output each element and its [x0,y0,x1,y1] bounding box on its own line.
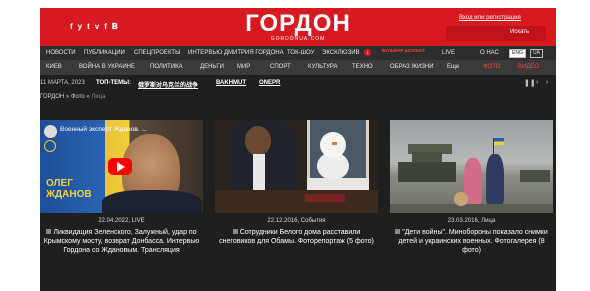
card-title[interactable]: "Дети войны". Минобороны показало снимки… [390,228,553,255]
nav-gordon-interviews[interactable]: ИНТЕРВЬЮ ДМИТРИЯ ГОРДОНА [188,50,284,57]
breadcrumb-photo[interactable]: Фото [71,94,85,100]
video-title: Военный эксперт Жданов. ... [60,126,147,133]
chevron-left-icon[interactable]: ‹ [536,79,538,86]
photo-type-icon [232,229,238,234]
photo-road [390,204,553,213]
card-title-text: "Дети войны". Минобороны показало снимки… [398,229,548,254]
photo-head [245,126,271,156]
nav-sport[interactable]: СПОРТ [270,64,291,71]
twitter-icon[interactable]: t [87,22,90,32]
top-themes-label: ТОП-ТЕМЫ: [96,80,132,86]
facebook-icon[interactable]: f [70,22,73,32]
site-header: f y t v f 𝐁 ГОРДОН GORDONUA.COM Вход или… [40,8,556,46]
nav-war[interactable]: ВОЙНА В УКРАИНЕ [79,64,135,71]
top-theme-3[interactable]: ONEPR [259,80,280,86]
photo-thumbnail[interactable] [390,120,553,213]
play-icon[interactable] [108,158,132,175]
social-links: f y t v f 𝐁 [70,22,118,32]
video-thumbnail[interactable]: Военный эксперт Жданов. ... ОЛЕГ ЖДАНОВ [40,120,203,213]
speaker-suit [102,190,202,213]
photo-type-icon [395,229,401,234]
card-title-text: Ликвидация Зеленского, Залужный, удар по… [43,229,200,254]
pause-icon[interactable]: ❚❚ [524,79,536,87]
snowman-head [320,132,346,158]
nav-photo[interactable]: ФОТО [483,64,500,71]
nav-talk-show[interactable]: ТОК-ШОУ [287,50,314,57]
nav-about[interactable]: О НАС [480,50,499,57]
video-caption: ОЛЕГ ЖДАНОВ [46,178,92,200]
card-title[interactable]: Ликвидация Зеленского, Залужный, удар по… [40,228,203,255]
chevron-right-icon[interactable]: › [546,79,548,86]
logo-name: ГОРДОН [245,10,351,37]
video-type-icon [46,229,52,234]
nav-culture[interactable]: КУЛЬТУРА [308,64,338,71]
card-title-text: Сотрудники Белого дома расставили снегов… [219,229,374,245]
nav-exclusive[interactable]: ЭКСКЛЮЗИВ [322,50,360,57]
site-logo[interactable]: ГОРДОН GORDONUA.COM [240,12,356,43]
bulvar-logo[interactable]: БУЛЬВАР ШОУБИЗ [382,48,425,53]
nav-special-projects[interactable]: СПЕЦПРОЕКТЫ [134,50,180,57]
photo-shirt [253,154,265,190]
card-title[interactable]: Сотрудники Белого дома расставили снегов… [215,228,378,246]
youtube-icon[interactable]: y [78,22,82,32]
top-themes-bar: 11 МАРТА, 2023 ТОП-ТЕМЫ: 俄罗斯对乌克兰的战争 ВАKH… [40,78,556,90]
snowman-nose [332,142,337,145]
nav-video[interactable]: ВИДЕО [518,64,539,71]
nav-news[interactable]: НОВОСТИ [46,50,76,57]
nav-techno[interactable]: ТЕХНО [352,64,373,71]
video-caption-line1: ОЛЕГ [46,178,73,189]
nav-money[interactable]: ДЕНЬГИ [200,64,224,71]
video-caption-line2: ЖДАНОВ [46,189,92,200]
card-meta: 22.04.2022, LIVE [98,218,145,224]
exclusive-count-badge: 1 [364,49,371,56]
card-meta: 22.12.2016, События [267,218,326,224]
channel-avatar [44,125,57,138]
nav-more[interactable]: Еще [447,64,459,71]
breadcrumb-current: Лица [91,94,106,100]
secondary-nav: КИЕВ ВОЙНА В УКРАИНЕ ПОЛИТИКА ДЕНЬГИ МИР… [40,60,556,75]
nav-world[interactable]: МИР [237,64,250,71]
nav-lifestyle[interactable]: ОБРАЗ ЖИЗНИ [390,64,434,71]
teddy-bear [454,192,468,206]
logo-url: GORDONUA.COM [270,36,326,42]
search-button[interactable]: Искать [510,29,529,35]
photo-thumbnail[interactable] [215,120,378,213]
lang-ua[interactable]: UA [530,49,543,58]
breadcrumb: ГОРДОН » Фото » Лица [40,94,105,100]
photo-tank-far [520,170,550,182]
top-theme-2[interactable]: ВАKHMUT [216,80,246,86]
nav-live[interactable]: LIVE [442,50,455,57]
login-link[interactable]: Вход или регистрация [459,15,521,21]
nav-publications[interactable]: ПУБЛИКАЦИИ [84,50,125,57]
lang-eng[interactable]: ENG [509,49,526,58]
emblem-icon [44,140,56,152]
search-input[interactable] [446,26,506,41]
odnoklassniki-icon[interactable]: 𝐁 [112,22,118,32]
viber-icon[interactable]: v [95,22,99,32]
nav-politics[interactable]: ПОЛИТИКА [150,64,183,71]
photo-folder [305,194,345,202]
photo-child-2 [486,154,504,204]
photo-sill [307,178,369,190]
flipboard-icon[interactable]: f [104,22,107,32]
photo-tank [398,162,456,182]
top-theme-1[interactable]: 俄罗斯对乌克兰的战争 [138,80,198,89]
primary-nav: НОВОСТИ ПУБЛИКАЦИИ СПЕЦПРОЕКТЫ ИНТЕРВЬЮ … [40,46,556,60]
card-meta: 23.03.2016, Лица [447,218,496,224]
search-box: Искать [446,26,546,41]
current-date: 11 МАРТА, 2023 [40,80,85,86]
photo-desk [215,190,378,213]
nav-kyiv[interactable]: КИЕВ [46,64,62,71]
page-frame: f y t v f 𝐁 ГОРДОН GORDONUA.COM Вход или… [40,8,556,291]
breadcrumb-home[interactable]: ГОРДОН [40,94,64,100]
bulvar-logo-text: БУЛЬВАР ШОУБИЗ [382,48,425,53]
ukraine-flag-icon [494,138,504,145]
